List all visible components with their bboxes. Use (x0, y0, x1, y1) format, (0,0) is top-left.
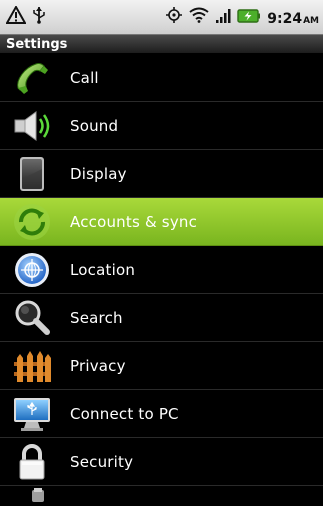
fence-icon (8, 342, 56, 390)
settings-item-accounts-sync[interactable]: Accounts & sync (0, 198, 323, 246)
partial-next-item (0, 486, 323, 502)
partial-item-icon (28, 486, 48, 506)
settings-item-label: Connect to PC (70, 404, 179, 423)
settings-item-label: Location (70, 260, 136, 279)
status-bar: 9:24AM (0, 0, 323, 34)
settings-item-label: Display (70, 164, 127, 183)
settings-item-display[interactable]: Display (0, 150, 323, 198)
battery-icon (237, 8, 261, 27)
status-ampm: AM (303, 15, 319, 26)
settings-item-label: Search (70, 308, 123, 327)
settings-item-sound[interactable]: Sound (0, 102, 323, 150)
settings-item-connect-to-pc[interactable]: Connect to PC (0, 390, 323, 438)
settings-item-label: Call (70, 68, 99, 87)
settings-item-privacy[interactable]: Privacy (0, 342, 323, 390)
settings-item-location[interactable]: Location (0, 246, 323, 294)
settings-item-label: Sound (70, 116, 119, 135)
wifi-icon (189, 7, 209, 27)
lock-icon (8, 438, 56, 486)
settings-item-label: Security (70, 452, 134, 471)
signal-icon (215, 8, 231, 27)
settings-list: Call Sound Display Accounts & sync Locat… (0, 54, 323, 502)
warning-icon (5, 4, 27, 28)
settings-item-label: Privacy (70, 356, 126, 375)
usb-icon (32, 6, 46, 28)
clock: 9:24AM (267, 8, 319, 27)
usb-monitor-icon (8, 390, 56, 438)
status-right: 9:24AM (165, 6, 319, 28)
app-title-bar: Settings (0, 34, 323, 54)
status-left (5, 4, 46, 28)
settings-item-security[interactable]: Security (0, 438, 323, 486)
settings-item-label: Accounts & sync (70, 212, 198, 231)
location-globe-icon (8, 246, 56, 294)
phone-icon (8, 54, 56, 102)
sync-icon (8, 198, 56, 246)
gps-icon (165, 6, 183, 28)
settings-item-call[interactable]: Call (0, 54, 323, 102)
page-title: Settings (6, 36, 68, 52)
status-time: 9:24 (267, 10, 303, 27)
speaker-icon (8, 102, 56, 150)
display-icon (8, 150, 56, 198)
settings-item-search[interactable]: Search (0, 294, 323, 342)
magnifier-icon (8, 294, 56, 342)
